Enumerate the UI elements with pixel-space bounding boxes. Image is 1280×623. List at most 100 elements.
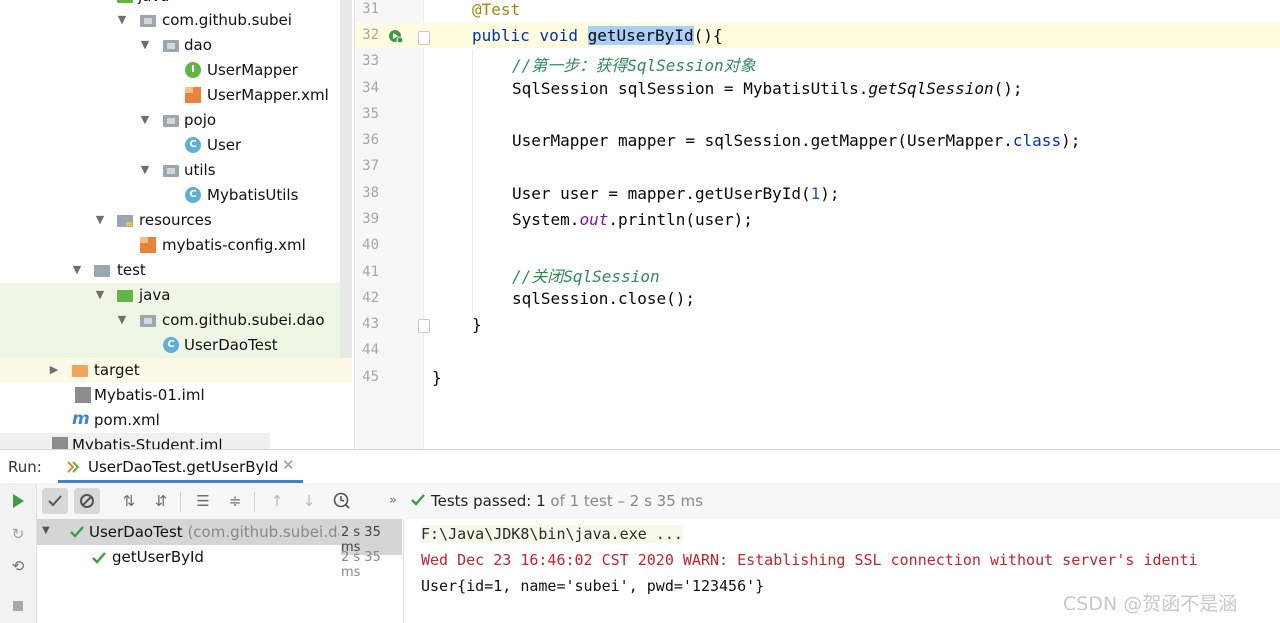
chevron-down-icon[interactable]: ▼ bbox=[138, 113, 152, 126]
more-actions-chevron-icon[interactable]: » bbox=[380, 488, 406, 514]
chevron-down-icon[interactable]: ▼ bbox=[138, 163, 152, 176]
package-icon bbox=[163, 165, 179, 177]
tree-scrollbar[interactable] bbox=[340, 0, 352, 358]
tree-item-label: com.github.subei bbox=[162, 11, 292, 29]
tree-item-file[interactable]: C MybatisUtils bbox=[0, 183, 352, 208]
stop-button[interactable] bbox=[5, 593, 31, 619]
tree-item-file[interactable]: Mybatis-01.iml bbox=[0, 383, 352, 408]
test-row-selected[interactable]: ▼ UserDaoTest (com.github.subei.da 2 s 3… bbox=[37, 519, 402, 555]
code-token: (); bbox=[993, 79, 1023, 98]
tree-item-label: java bbox=[138, 0, 169, 5]
line-number: 38 bbox=[362, 185, 379, 201]
sort-alphabetically-button[interactable]: ⇅ bbox=[116, 488, 142, 514]
tree-item-package[interactable]: ▼ com.github.subei bbox=[0, 8, 352, 33]
test-passed-check-icon bbox=[69, 524, 85, 540]
tree-item-package[interactable]: ▼ utils bbox=[0, 158, 352, 183]
console-line-output: User{id=1, name='subei', pwd='123456'} bbox=[421, 577, 765, 595]
number-token: 1 bbox=[810, 184, 821, 203]
tree-item-label: mybatis-config.xml bbox=[162, 236, 306, 254]
module-file-icon bbox=[75, 387, 91, 403]
chevron-down-icon[interactable]: ▼ bbox=[93, 213, 107, 226]
tree-item-package[interactable]: ▼ dao bbox=[0, 33, 352, 58]
rerun-failed-icon[interactable]: ↻ bbox=[5, 521, 31, 547]
fold-marker-icon[interactable] bbox=[418, 31, 430, 45]
run-test-icon[interactable] bbox=[388, 28, 404, 44]
previous-failed-button[interactable]: ↑ bbox=[264, 488, 290, 514]
tree-item-folder[interactable]: ▶ target bbox=[0, 358, 352, 383]
tree-item-label: target bbox=[94, 361, 140, 379]
package-icon bbox=[140, 315, 156, 327]
run-label: Run: bbox=[8, 458, 42, 476]
tree-item-file[interactable]: UserMapper.xml bbox=[0, 83, 352, 108]
tree-item-file[interactable]: C UserDaoTest bbox=[0, 333, 352, 358]
chevron-down-icon[interactable]: ▼ bbox=[115, 313, 129, 326]
code-line: //关闭SqlSession bbox=[512, 263, 660, 287]
keyword-token: void bbox=[539, 26, 578, 45]
tree-item-file[interactable]: mybatis-config.xml bbox=[0, 233, 352, 258]
chevron-down-icon[interactable]: ▼ bbox=[93, 288, 107, 301]
tree-item-file[interactable]: m pom.xml bbox=[0, 408, 352, 433]
code-token: UserMapper mapper = sqlSession.getMapper… bbox=[512, 131, 1013, 150]
selected-method-name[interactable]: getUserById bbox=[587, 26, 694, 45]
rerun-button[interactable] bbox=[5, 488, 31, 514]
code-line: SqlSession sqlSession = MybatisUtils.get… bbox=[512, 79, 1023, 98]
tree-item-label: UserMapper.xml bbox=[207, 86, 329, 104]
tree-item-label: UserMapper bbox=[207, 61, 298, 79]
tree-item-label: java bbox=[139, 286, 171, 304]
test-history-clock-icon[interactable] bbox=[329, 488, 355, 514]
test-passed-check-icon bbox=[91, 550, 107, 566]
collapse-all-button[interactable]: ≑ bbox=[222, 488, 248, 514]
chevron-down-icon[interactable]: ▼ bbox=[138, 38, 152, 51]
line-number: 40 bbox=[362, 237, 379, 253]
xml-file-icon bbox=[140, 237, 156, 253]
code-token: .println(user); bbox=[608, 210, 753, 229]
tree-item-file[interactable]: Mybatis-Student.iml bbox=[0, 433, 270, 449]
tab-run-config[interactable]: UserDaoTest.getUserById ✕ bbox=[58, 450, 303, 483]
tree-item-label: User bbox=[207, 136, 242, 154]
tree-item-label: resources bbox=[139, 211, 212, 229]
toggle-auto-test-icon[interactable]: ⟲ bbox=[5, 553, 31, 579]
show-ignored-button[interactable] bbox=[74, 488, 100, 514]
code-token: User user = mapper.getUserById( bbox=[512, 184, 811, 203]
tree-item-package[interactable]: ▼ com.github.subei.dao bbox=[0, 308, 352, 333]
code-line: @Test bbox=[472, 0, 520, 19]
code-token: SqlSession sqlSession = MybatisUtils. bbox=[512, 79, 869, 98]
chevron-right-icon[interactable]: ▶ bbox=[47, 363, 61, 376]
status-count: 1 bbox=[536, 492, 546, 510]
line-number: 35 bbox=[362, 106, 379, 122]
run-toolbar: ⇅ ⇵ ☰ ≑ ↑ ↓ » Tests passed: 1 of 1 test … bbox=[0, 483, 1280, 520]
code-line: } bbox=[472, 315, 482, 334]
chevron-down-icon[interactable]: ▼ bbox=[42, 525, 50, 536]
console-output[interactable]: F:\Java\JDK8\bin\java.exe ... Wed Dec 23… bbox=[404, 519, 1280, 623]
line-number: 43 bbox=[362, 316, 379, 332]
chevron-down-icon[interactable]: ▼ bbox=[115, 13, 129, 26]
console-line-command[interactable]: F:\Java\JDK8\bin\java.exe ... bbox=[421, 525, 683, 543]
resources-folder-icon bbox=[117, 215, 133, 227]
test-row[interactable]: getUserById 2 s 35 ms bbox=[37, 545, 402, 580]
tree-item-folder[interactable]: ▼ resources bbox=[0, 208, 352, 233]
code-token: System. bbox=[512, 210, 580, 229]
tree-item-file[interactable]: C User bbox=[0, 133, 352, 158]
show-passed-button[interactable] bbox=[42, 488, 68, 514]
comment-token: //关闭SqlSession bbox=[512, 267, 660, 286]
next-failed-button[interactable]: ↓ bbox=[296, 488, 322, 514]
line-number: 41 bbox=[362, 264, 379, 280]
sort-by-duration-button[interactable]: ⇵ bbox=[148, 488, 174, 514]
tests-status-text: Tests passed: 1 of 1 test – 2 s 35 ms bbox=[431, 492, 703, 510]
tree-item-folder[interactable]: ▼ java bbox=[0, 283, 352, 308]
tree-item-label: Mybatis-Student.iml bbox=[72, 436, 223, 449]
static-field-token: out bbox=[579, 210, 609, 229]
tree-item-folder[interactable]: ▼ test bbox=[0, 258, 352, 283]
code-token: (){ bbox=[693, 26, 723, 45]
annotation-token: @Test bbox=[472, 0, 521, 19]
expand-all-button[interactable]: ☰ bbox=[190, 488, 216, 514]
code-token: } bbox=[472, 315, 482, 334]
tree-item-file[interactable]: I UserMapper bbox=[0, 58, 352, 83]
line-number: 37 bbox=[362, 158, 379, 174]
fold-marker-icon[interactable] bbox=[418, 319, 430, 333]
tree-item-label: dao bbox=[184, 36, 212, 54]
tree-item-package[interactable]: ▼ pojo bbox=[0, 108, 352, 133]
line-number: 42 bbox=[362, 290, 379, 306]
close-tab-icon[interactable]: ✕ bbox=[282, 456, 295, 474]
chevron-down-icon[interactable]: ▼ bbox=[70, 263, 84, 276]
